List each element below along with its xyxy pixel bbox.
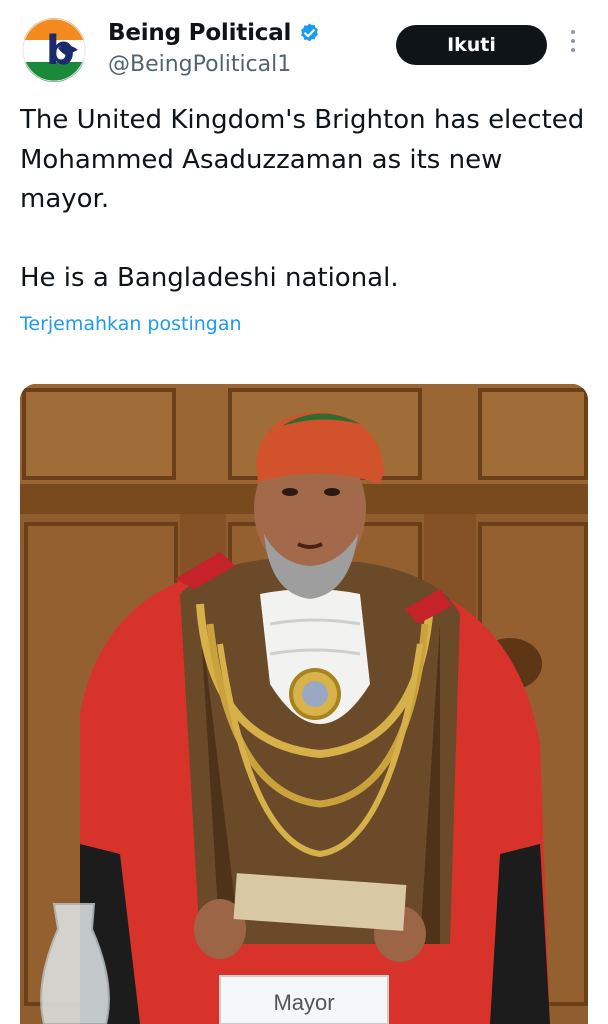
tweet-paragraph: He is a Bangladeshi national. — [20, 262, 399, 293]
author-handle[interactable]: @BeingPolitical1 — [108, 52, 291, 77]
follow-button[interactable]: Ikuti — [396, 25, 547, 65]
more-options-icon[interactable] — [566, 30, 580, 60]
author-display-name[interactable]: Being Political — [108, 20, 291, 46]
tweet-paragraph: The United Kingdom's Brighton has electe… — [20, 105, 585, 214]
placard-label: Mayor — [273, 990, 334, 1015]
tweet-media-image[interactable]: Mayor — [20, 384, 588, 1024]
verified-badge-icon — [298, 22, 321, 45]
translate-post-link[interactable]: Terjemahkan postingan — [20, 313, 242, 335]
avatar[interactable]: b — [22, 18, 86, 82]
tweet-header: b Being Political @BeingPolitical1 Ikuti — [0, 0, 608, 96]
tweet-text: The United Kingdom's Brighton has electe… — [20, 101, 590, 298]
author-name-row: Being Political — [108, 20, 321, 46]
